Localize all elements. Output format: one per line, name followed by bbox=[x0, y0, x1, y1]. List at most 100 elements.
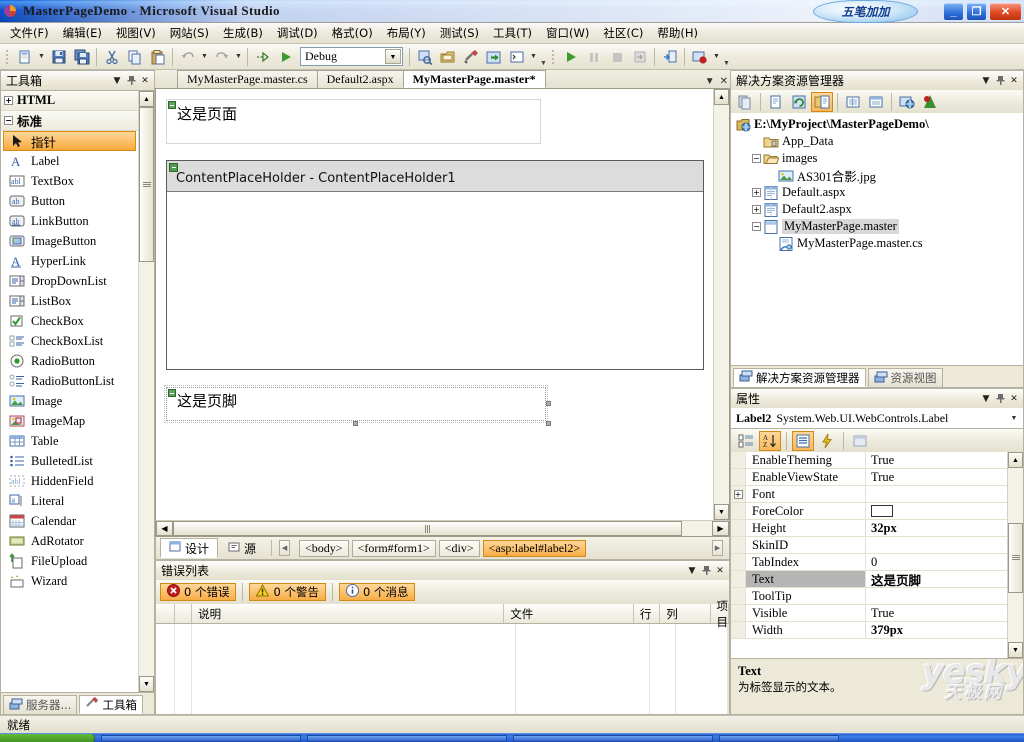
toolbox-scroll-thumb[interactable] bbox=[139, 107, 154, 262]
error-list-col-line[interactable]: 行 bbox=[634, 604, 661, 623]
toolbar-grip[interactable] bbox=[4, 47, 11, 66]
maximize-button[interactable]: ❐ bbox=[966, 2, 987, 21]
tag-nav-next-icon[interactable]: ▶ bbox=[712, 540, 723, 556]
properties-scroll-up-icon[interactable]: ▲ bbox=[1008, 452, 1023, 468]
tree-expander[interactable] bbox=[750, 135, 763, 148]
design-view-button[interactable]: 设计 bbox=[160, 538, 219, 558]
document-close-icon[interactable]: ✕ bbox=[720, 76, 728, 87]
dock-tab-resource-view[interactable]: 资源视图 bbox=[867, 368, 943, 387]
property-value[interactable] bbox=[866, 503, 1007, 519]
taskbar-item[interactable] bbox=[307, 734, 507, 742]
error-list-col-file[interactable]: 文件 bbox=[504, 604, 634, 623]
property-value[interactable]: True bbox=[866, 605, 1007, 621]
plus-icon[interactable]: + bbox=[4, 96, 13, 105]
web-form-designer[interactable]: 这是页面 ContentPlaceHolder - ContentPlaceHo… bbox=[156, 89, 713, 520]
toolbox-item-textbox[interactable]: abl TextBox bbox=[1, 171, 138, 191]
property-name[interactable]: EnableViewState bbox=[746, 469, 866, 485]
error-list-filter-errors[interactable]: 0 个错误 bbox=[160, 583, 237, 601]
save-icon[interactable] bbox=[47, 46, 70, 68]
start-button[interactable] bbox=[0, 733, 95, 742]
paste-icon[interactable] bbox=[146, 46, 169, 68]
property-value[interactable]: True bbox=[866, 469, 1007, 485]
minus-icon[interactable]: − bbox=[4, 116, 13, 125]
property-name[interactable]: Visible bbox=[746, 605, 866, 621]
asp-net-configuration-icon[interactable] bbox=[919, 92, 941, 112]
debug-restart-icon[interactable] bbox=[628, 46, 651, 68]
content-placeholder-body[interactable] bbox=[167, 192, 703, 369]
toolbox-dropdown-icon[interactable]: ▼ bbox=[110, 74, 124, 88]
toolbox-vertical-scrollbar[interactable]: ▲ ▼ bbox=[138, 91, 154, 692]
toolbox-item-listbox[interactable]: ListBox bbox=[1, 291, 138, 311]
designer-scroll-right-icon[interactable]: ▶ bbox=[712, 521, 729, 536]
property-value[interactable]: 379px bbox=[866, 622, 1007, 638]
tag-chip-3[interactable]: <div> bbox=[438, 539, 480, 557]
menu-item-8[interactable]: 布局(Y) bbox=[380, 23, 433, 43]
property-name[interactable]: ForeColor bbox=[746, 503, 866, 519]
properties-scroll-down-icon[interactable]: ▼ bbox=[1008, 642, 1023, 658]
new-item-dropdown-arrow[interactable]: ▼ bbox=[36, 46, 47, 68]
property-name[interactable]: Text bbox=[746, 571, 866, 587]
error-list-filter-warnings[interactable]: 0 个警告 bbox=[249, 583, 326, 601]
minus-icon[interactable]: − bbox=[752, 154, 761, 163]
menu-item-4[interactable]: 网站(S) bbox=[163, 23, 216, 43]
tree-expander[interactable]: + bbox=[750, 203, 763, 216]
categorized-view-icon[interactable] bbox=[735, 431, 757, 451]
tree-node-8[interactable]: MyMasterPage.master.cs bbox=[731, 235, 1023, 252]
properties-close-icon[interactable]: ✕ bbox=[1007, 392, 1021, 406]
property-row-enabletheming[interactable]: EnableTheming True bbox=[731, 452, 1007, 469]
minimize-button[interactable]: _ bbox=[943, 2, 964, 21]
designer-scroll-up-icon[interactable]: ▲ bbox=[714, 89, 729, 105]
property-row-width[interactable]: Width 379px bbox=[731, 622, 1007, 639]
navigate-forward-icon[interactable] bbox=[251, 46, 274, 68]
property-name[interactable]: EnableTheming bbox=[746, 452, 866, 468]
aspnet-config-icon[interactable] bbox=[765, 92, 787, 112]
toolbox-item-image[interactable]: Image bbox=[1, 391, 138, 411]
document-tab-2[interactable]: Default2.aspx bbox=[316, 70, 404, 88]
toolbox-item-指针[interactable]: 指针 bbox=[3, 131, 136, 151]
plus-icon[interactable]: + bbox=[752, 205, 761, 214]
new-item-icon[interactable] bbox=[13, 46, 36, 68]
property-expander[interactable] bbox=[731, 622, 746, 638]
designer-hscroll-thumb[interactable] bbox=[173, 521, 682, 536]
menu-item-1[interactable]: 文件(F) bbox=[3, 23, 56, 43]
properties-dropdown-icon[interactable]: ▼ bbox=[979, 392, 993, 406]
property-row-visible[interactable]: Visible True bbox=[731, 605, 1007, 622]
designer-vertical-scrollbar[interactable]: ▲ ▼ bbox=[713, 89, 729, 520]
events-view-icon[interactable] bbox=[816, 431, 838, 451]
menu-item-2[interactable]: 编辑(E) bbox=[56, 23, 109, 43]
toolbox-item-hyperlink[interactable]: A HyperLink bbox=[1, 251, 138, 271]
alphabetical-sort-icon[interactable]: AZ bbox=[759, 430, 781, 451]
property-pages-icon[interactable] bbox=[849, 431, 871, 451]
menu-item-7[interactable]: 格式(O) bbox=[325, 23, 380, 43]
solution-explorer-icon[interactable] bbox=[436, 46, 459, 68]
menu-item-10[interactable]: 工具(T) bbox=[486, 23, 539, 43]
toolbox-item-bulletedlist[interactable]: BulletedList bbox=[1, 451, 138, 471]
tree-expander[interactable]: + bbox=[750, 186, 763, 199]
header-smart-tag-icon[interactable] bbox=[168, 101, 176, 109]
cut-icon[interactable] bbox=[100, 46, 123, 68]
scroll-down-icon[interactable]: ▼ bbox=[139, 676, 154, 692]
property-expander[interactable] bbox=[731, 452, 746, 468]
resize-handle-right[interactable] bbox=[546, 401, 551, 406]
menu-item-12[interactable]: 社区(C) bbox=[596, 23, 650, 43]
property-value[interactable]: 32px bbox=[866, 520, 1007, 536]
tree-node-3[interactable]: − images bbox=[731, 150, 1023, 167]
tree-expander[interactable]: − bbox=[750, 220, 763, 233]
step-into-icon[interactable] bbox=[658, 46, 681, 68]
toolbox-item-checkboxlist[interactable]: CheckBoxList bbox=[1, 331, 138, 351]
ime-indicator[interactable]: 五笔加加 bbox=[813, 0, 918, 23]
designer-scroll-left-icon[interactable]: ◀ bbox=[156, 521, 173, 536]
debug-start-icon[interactable] bbox=[559, 46, 582, 68]
designer-hscroll-track[interactable] bbox=[173, 521, 712, 536]
property-expander[interactable] bbox=[731, 503, 746, 519]
menu-item-5[interactable]: 生成(B) bbox=[216, 23, 270, 43]
property-expander[interactable] bbox=[731, 537, 746, 553]
toolbox-category-HTML[interactable]: + HTML bbox=[1, 91, 138, 111]
toolbox-item-dropdownlist[interactable]: DropDownList bbox=[1, 271, 138, 291]
error-list-col-description[interactable]: 说明 bbox=[192, 604, 505, 623]
properties-window-icon[interactable] bbox=[459, 46, 482, 68]
plus-icon[interactable]: + bbox=[752, 188, 761, 197]
property-expander[interactable] bbox=[731, 469, 746, 485]
properties-pin-icon[interactable] bbox=[993, 392, 1007, 406]
properties-view-icon[interactable] bbox=[792, 430, 814, 451]
